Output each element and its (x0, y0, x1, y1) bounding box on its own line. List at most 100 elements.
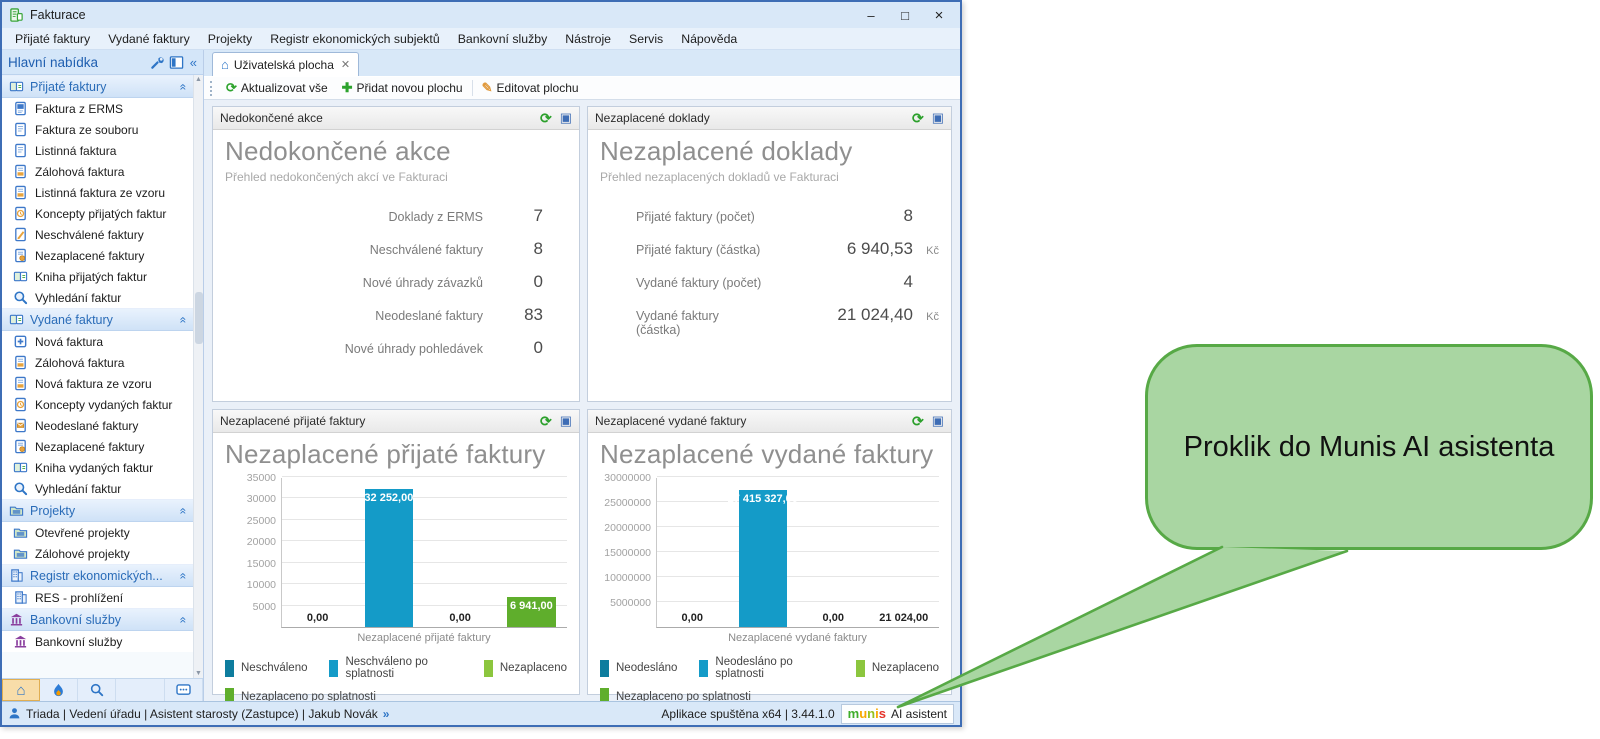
stat-value: 8 (483, 239, 543, 259)
sidebar-item-z-lohov-projekty[interactable]: Zálohové projekty (2, 543, 193, 564)
sidebar-item-otev-en-projekty[interactable]: Otevřené projekty (2, 522, 193, 543)
menu-projekty[interactable]: Projekty (199, 30, 261, 48)
collapse-section-icon[interactable]: « (177, 572, 191, 579)
status-app-info: Aplikace spuštěna x64 | 3.44.1.0 (661, 707, 834, 721)
sidebar-item-label: Otevřené projekty (35, 526, 130, 540)
menu-n-pov-da[interactable]: Nápověda (672, 30, 746, 48)
stat-value: 7 (483, 206, 543, 226)
sidebar-item-vyhled-n-faktur[interactable]: Vyhledání faktur (2, 287, 193, 308)
toolbar-button-label: Přidat novou plochu (357, 81, 463, 95)
panel-layout-icon[interactable] (169, 55, 184, 70)
menu-servis[interactable]: Servis (620, 30, 672, 48)
collapse-section-icon[interactable]: « (177, 616, 191, 623)
tab-close-icon[interactable]: ✕ (341, 58, 350, 71)
bar-value-label: 0,00 (682, 612, 703, 624)
scroll-down-icon[interactable]: ▼ (195, 670, 202, 677)
munis-ai-assistant-button[interactable]: munis AI asistent (841, 704, 954, 724)
widget-header-title: Nezaplacené doklady (595, 111, 912, 125)
sidebar-item-label: Faktura ze souboru (35, 123, 138, 137)
sidebar-item-neschv-len-faktury[interactable]: Neschválené faktury (2, 224, 193, 245)
toolbar-editovat-plochu[interactable]: ✎Editovat plochu (477, 78, 584, 98)
sidebar-item-koncepty-p-ijat-ch-faktur[interactable]: Koncepty přijatých faktur (2, 203, 193, 224)
plot-area: 0,0032 252,000,006 941,00 (281, 478, 567, 628)
sidebar-item-nov-faktura-ze-vzoru[interactable]: Nová faktura ze vzoru (2, 373, 193, 394)
refresh-icon[interactable]: ⟳ (912, 110, 924, 127)
gridline (282, 476, 567, 477)
toolbar-p-idat-novou-plochu[interactable]: ✚Přidat novou plochu (337, 78, 468, 98)
sidebar-item-nov-faktura[interactable]: Nová faktura (2, 331, 193, 352)
collapse-section-icon[interactable]: « (177, 83, 191, 90)
tab-uzivatelska-plocha[interactable]: ⌂ Uživatelská plocha ✕ (212, 52, 359, 76)
bar-value-label: 32 252,00 (364, 492, 413, 504)
sidebar-section-p-ijat-faktury[interactable]: Přijaté faktury« (2, 75, 193, 98)
tab-search[interactable] (78, 679, 116, 701)
home-icon: ⌂ (16, 682, 25, 699)
minimize-button[interactable]: – (856, 5, 886, 25)
scroll-up-icon[interactable]: ▲ (195, 76, 202, 83)
sidebar-section-projekty[interactable]: Projekty« (2, 499, 193, 522)
status-expand-icon[interactable]: » (383, 707, 390, 721)
refresh-icon[interactable]: ⟳ (540, 413, 552, 430)
sidebar-item-kniha-p-ijat-ch-faktur[interactable]: Kniha přijatých faktur (2, 266, 193, 287)
menu-vydan-faktury[interactable]: Vydané faktury (99, 30, 199, 48)
sidebar-item-nezaplacen-faktury[interactable]: Nezaplacené faktury (2, 245, 193, 266)
sidebar-item-res-prohl-en[interactable]: RES - prohlížení (2, 587, 193, 608)
sidebar-item-faktura-z-erms[interactable]: Faktura z ERMS (2, 98, 193, 119)
stat-row: Vydané faktury (počet)4 (600, 272, 939, 292)
toolbar-grip[interactable] (210, 81, 213, 96)
sidebar-scrollbar[interactable]: ▲ ▼ (193, 75, 203, 678)
collapse-section-icon[interactable]: « (177, 507, 191, 514)
maximize-widget-icon[interactable]: ▣ (560, 413, 572, 429)
stat-rows: Přijaté faktury (počet)8Přijaté faktury … (600, 206, 939, 337)
close-button[interactable]: × (924, 5, 954, 25)
refresh-icon[interactable]: ⟳ (540, 110, 552, 127)
collapse-sidebar-icon[interactable]: « (190, 55, 197, 70)
refresh-icon[interactable]: ⟳ (912, 413, 924, 430)
tab-home[interactable]: ⌂ (2, 679, 40, 701)
sidebar-item-faktura-ze-souboru[interactable]: Faktura ze souboru (2, 119, 193, 140)
sidebar-item-kniha-vydan-ch-faktur[interactable]: Kniha vydaných faktur (2, 457, 193, 478)
sidebar-item-listinn-faktura[interactable]: Listinná faktura (2, 140, 193, 161)
tab-favorites[interactable] (40, 679, 78, 701)
wrench-icon[interactable] (150, 55, 165, 70)
callout-text: Proklik do Munis AI asistenta (1184, 431, 1555, 464)
sidebar-section-bankovn-slu-by[interactable]: Bankovní služby« (2, 608, 193, 631)
tab-messages[interactable] (165, 679, 203, 701)
menu-p-ijat-faktury[interactable]: Přijaté faktury (6, 30, 99, 48)
sidebar-item-vyhled-n-faktur[interactable]: Vyhledání faktur (2, 478, 193, 499)
maximize-button[interactable]: □ (890, 5, 920, 25)
legend-label: Nezaplaceno (500, 662, 567, 674)
sidebar-section-registr-ekonomick-ch[interactable]: Registr ekonomických...« (2, 564, 193, 587)
menu-n-stroje[interactable]: Nástroje (556, 30, 620, 48)
maximize-widget-icon[interactable]: ▣ (932, 413, 944, 429)
menu-bankovn-slu-by[interactable]: Bankovní služby (449, 30, 557, 48)
collapse-section-icon[interactable]: « (177, 316, 191, 323)
sidebar-item-koncepty-vydan-ch-faktur[interactable]: Koncepty vydaných faktur (2, 394, 193, 415)
book-icon (12, 460, 28, 476)
sidebar-item-nezaplacen-faktury[interactable]: Nezaplacené faktury (2, 436, 193, 457)
sidebar-item-bankovn-slu-by[interactable]: Bankovní služby (2, 631, 193, 652)
sidebar-item-neodeslan-faktury[interactable]: Neodeslané faktury (2, 415, 193, 436)
toolbar: ⟳Aktualizovat vše✚Přidat novou plochu ✎Ed… (204, 76, 960, 100)
toolbar-aktualizovat-v-e[interactable]: ⟳Aktualizovat vše (221, 78, 333, 98)
menu-registr-ekonomick-ch-subjekt[interactable]: Registr ekonomických subjektů (261, 30, 449, 48)
status-user-area: Triada | Vedení úřadu | Asistent starost… (8, 707, 655, 721)
y-tick-label: 30000000 (604, 472, 651, 484)
sidebar-item-label: Nezaplacené faktury (35, 440, 144, 454)
sidebar-section-vydan-faktury[interactable]: Vydané faktury« (2, 308, 193, 331)
sidebar-item-z-lohov-faktura[interactable]: Zálohová faktura (2, 161, 193, 182)
doc-orange-icon (12, 164, 28, 180)
toolbar-button-label: Editovat plochu (497, 81, 579, 95)
stat-value: 8 (763, 206, 913, 226)
sidebar-item-listinn-faktura-ze-vzoru[interactable]: Listinná faktura ze vzoru (2, 182, 193, 203)
stat-row: Neschválené faktury8 (225, 239, 567, 259)
maximize-widget-icon[interactable]: ▣ (560, 110, 572, 126)
bar-value-label: 0,00 (307, 612, 328, 624)
maximize-widget-icon[interactable]: ▣ (932, 110, 944, 126)
doc-icon (12, 143, 28, 159)
scrollbar-thumb[interactable] (195, 292, 203, 344)
y-tick-label: 20000 (247, 536, 276, 548)
doc-orange-icon (12, 355, 28, 371)
sidebar-item-z-lohov-faktura[interactable]: Zálohová faktura (2, 352, 193, 373)
erms-icon (12, 101, 28, 117)
